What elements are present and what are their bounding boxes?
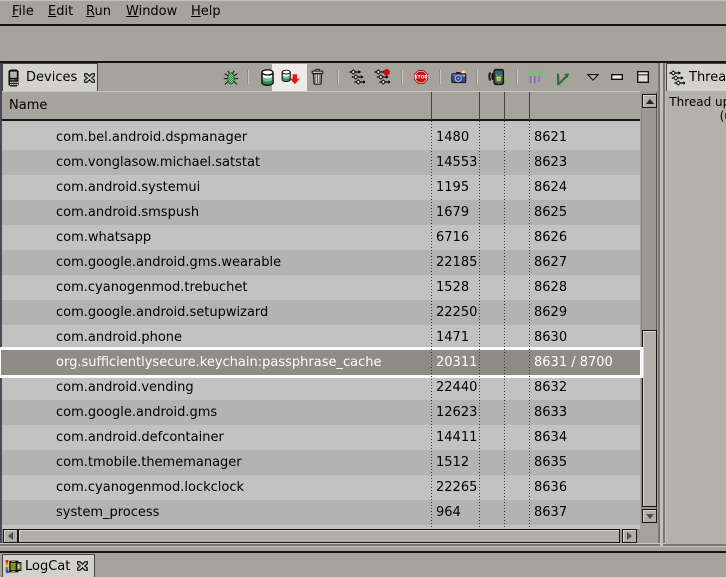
- tab-logcat-label: LogCat: [25, 559, 70, 574]
- table-header[interactable]: Name: [1, 91, 640, 121]
- start-method-profiling-button[interactable]: [372, 67, 392, 87]
- device-view-button[interactable]: [486, 67, 506, 87]
- scroll-left-button[interactable]: [3, 529, 18, 543]
- update-threads-button[interactable]: [347, 67, 367, 87]
- column-divider-line: [529, 121, 530, 529]
- column-divider-line: [479, 121, 480, 529]
- column-divider-line: [431, 121, 432, 529]
- tab-logcat[interactable]: LogCat: [2, 554, 95, 577]
- header-column-divider[interactable]: [479, 92, 480, 120]
- table-row[interactable]: com.android.systemui 1195 8624: [1, 175, 640, 200]
- threads-message: Thread updates not enabled for selected …: [668, 95, 726, 123]
- scroll-up-button[interactable]: [642, 94, 657, 108]
- stop-process-button[interactable]: STOP: [411, 67, 431, 87]
- threads-content: Thread updates not enabled for selected …: [666, 91, 726, 544]
- scroll-right-button[interactable]: [622, 529, 637, 543]
- svg-text:STOP: STOP: [414, 75, 428, 81]
- tab-threads-label: Threads: [689, 70, 726, 85]
- toolbar-separator: [476, 70, 478, 84]
- threads-pane: Threads Thread updates not enabled for s…: [663, 63, 726, 546]
- device-icon: [8, 69, 19, 87]
- menu-run[interactable]: Run: [86, 0, 111, 24]
- tab-devices-label: Devices: [26, 70, 77, 85]
- maximize-button[interactable]: [633, 67, 653, 87]
- table-rows: com.bel.android.dspmanager 1480 8621 com…: [1, 125, 640, 525]
- table-row[interactable]: com.whatsapp 6716 8626: [1, 225, 640, 250]
- menu-edit[interactable]: Edit: [48, 0, 73, 24]
- toolbar-separator: [516, 70, 518, 84]
- menu-bar: File Edit Run Window Help: [0, 0, 726, 24]
- table-row[interactable]: com.tmobile.thememanager 1512 8635: [1, 450, 640, 475]
- dump-hprof-button[interactable]: [281, 67, 301, 87]
- table-row[interactable]: com.google.android.gms.wearable 22185 86…: [1, 250, 640, 275]
- table-row[interactable]: com.google.android.gms 12623 8633: [1, 400, 640, 425]
- horizontal-scrollbar[interactable]: [1, 529, 639, 543]
- header-column-divider[interactable]: [504, 92, 505, 120]
- table-row[interactable]: com.cyanogenmod.lockclock 22265 8636: [1, 475, 640, 500]
- process-table: com.bel.android.dspmanager 1480 8621 com…: [1, 121, 640, 529]
- menu-file[interactable]: File: [12, 0, 34, 24]
- close-icon[interactable]: [77, 561, 88, 571]
- column-divider-line: [504, 121, 505, 529]
- logcat-folder: LogCat: [0, 553, 726, 577]
- tab-devices[interactable]: Devices: [2, 63, 98, 91]
- toolbar-separator: [337, 70, 339, 84]
- table-row[interactable]: com.android.phone 1471 8630: [1, 325, 640, 350]
- tab-threads[interactable]: Threads: [666, 63, 726, 91]
- minimize-button[interactable]: [607, 67, 627, 87]
- cause-gc-button[interactable]: [307, 67, 327, 87]
- pane-bottom-bevel: [0, 546, 726, 547]
- menu-help[interactable]: Help: [191, 0, 221, 24]
- menu-window[interactable]: Window: [126, 0, 177, 24]
- menubar-separator: [0, 24, 726, 26]
- pane-border: [0, 63, 2, 544]
- table-row[interactable]: com.cyanogenmod.trebuchet 1528 8628: [1, 275, 640, 300]
- column-name[interactable]: Name: [9, 92, 47, 119]
- vertical-scrollbar[interactable]: [641, 92, 657, 523]
- open-trace-button[interactable]: [553, 67, 573, 87]
- table-row[interactable]: com.android.defcontainer 14411 8634: [1, 425, 640, 450]
- horizontal-scrollbar-thumb[interactable]: [18, 529, 620, 543]
- view-menu-button[interactable]: [583, 67, 603, 87]
- table-row[interactable]: com.vonglasow.michael.satstat 14553 8623: [1, 150, 640, 175]
- table-row[interactable]: com.android.vending 22440 8632: [1, 375, 640, 400]
- header-column-divider[interactable]: [431, 92, 432, 120]
- capture-systrace-button[interactable]: [525, 67, 545, 87]
- table-row[interactable]: com.google.android.setupwizard 22250 862…: [1, 300, 640, 325]
- debug-process-button[interactable]: [221, 67, 241, 87]
- scroll-down-button[interactable]: [642, 509, 657, 523]
- threads-icon: [669, 70, 685, 86]
- table-row[interactable]: org.sufficientlysecure.keychain:passphra…: [1, 350, 640, 375]
- screen-capture-button[interactable]: [449, 67, 469, 87]
- update-heap-button[interactable]: [257, 67, 277, 87]
- vertical-scrollbar-thumb[interactable]: [642, 330, 657, 507]
- header-column-divider[interactable]: [529, 92, 530, 120]
- close-icon[interactable]: [84, 73, 95, 83]
- table-row[interactable]: system_process 964 8637: [1, 500, 640, 525]
- table-row[interactable]: com.bel.android.dspmanager 1480 8621: [1, 125, 640, 150]
- toolbar-separator: [247, 70, 249, 84]
- logcat-icon: [5, 559, 22, 574]
- toolbar-separator: [439, 70, 441, 84]
- table-row[interactable]: com.android.smspush 1679 8625: [1, 200, 640, 225]
- devices-pane: Devices: [0, 63, 660, 546]
- toolbar-separator: [401, 70, 403, 84]
